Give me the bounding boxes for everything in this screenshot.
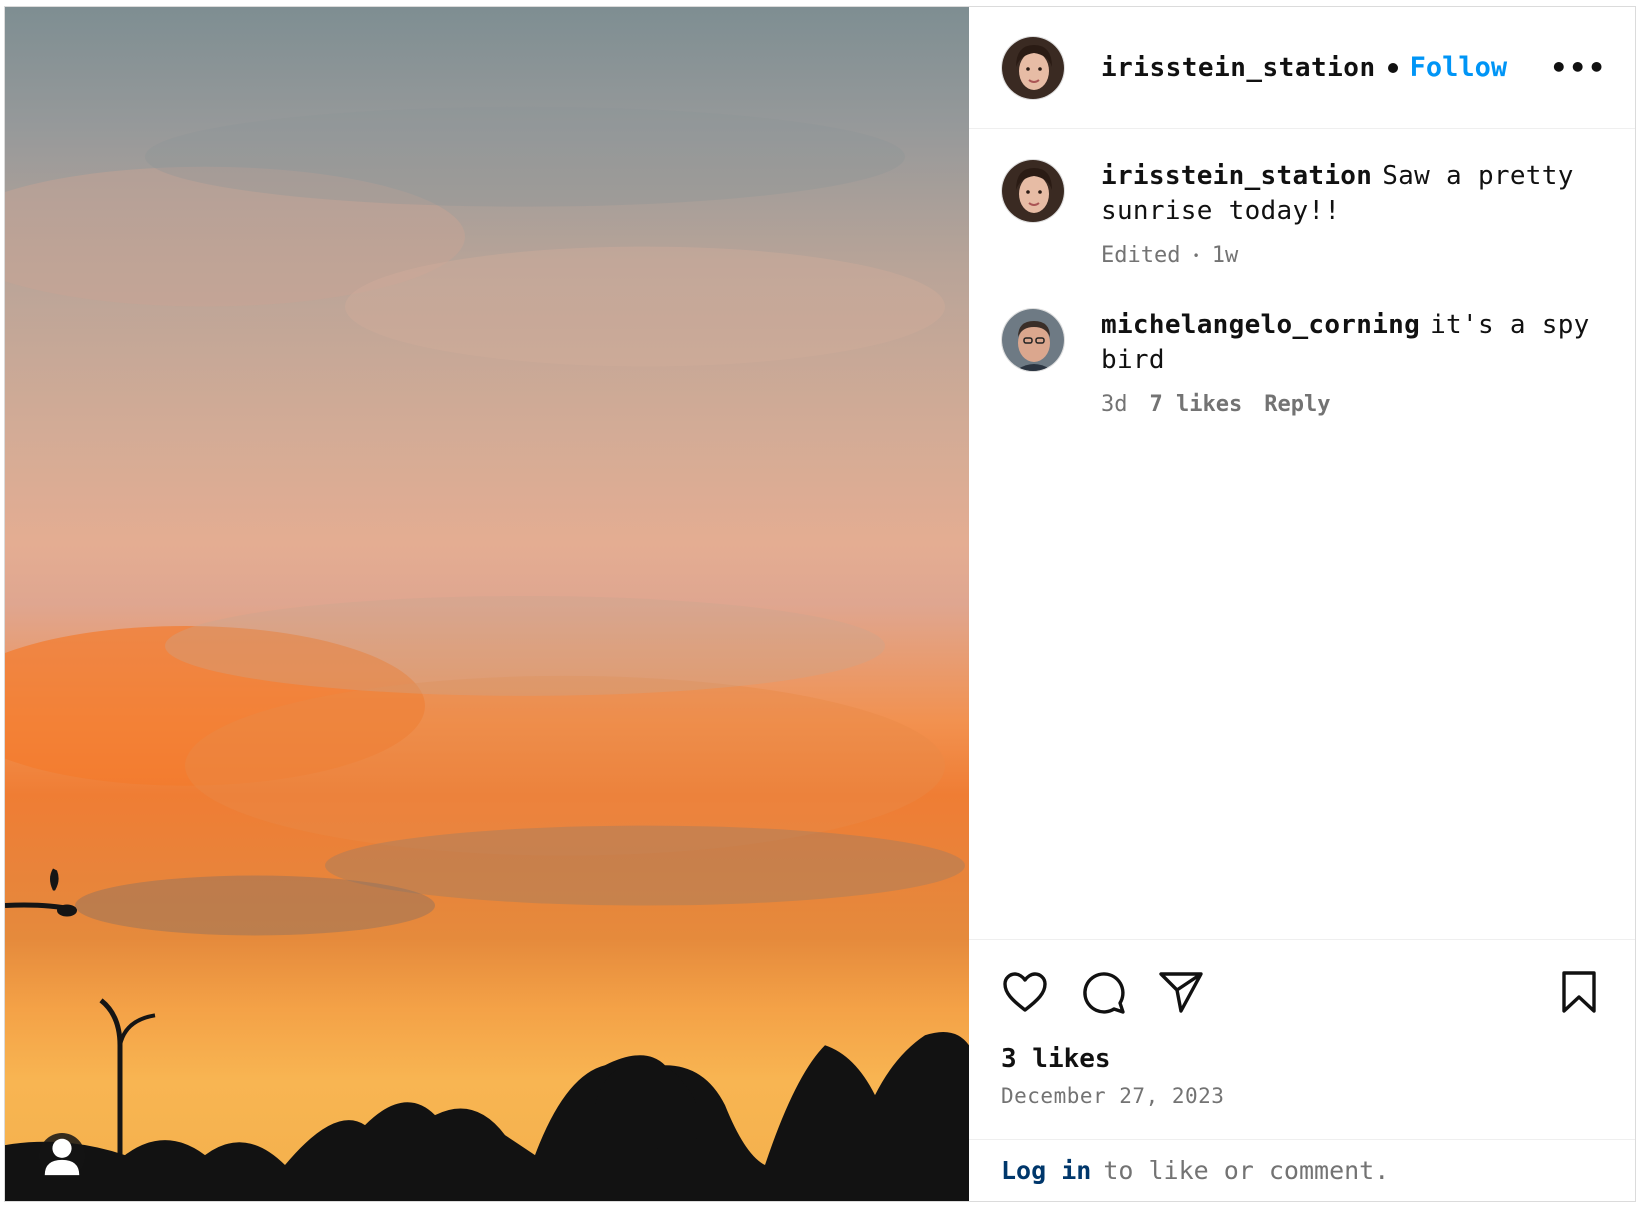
caption-text: irisstein_station Saw a pretty sunrise to… bbox=[1101, 159, 1603, 229]
save-button[interactable] bbox=[1555, 968, 1603, 1016]
comments-list: irisstein_station Saw a pretty sunrise to… bbox=[969, 129, 1635, 939]
actions-area: 3 likes December 27, 2023 bbox=[969, 939, 1635, 1139]
more-options-icon[interactable]: ••• bbox=[1550, 51, 1607, 84]
commenter-username[interactable]: michelangelo_corning bbox=[1101, 310, 1420, 340]
login-link[interactable]: Log in bbox=[1001, 1156, 1091, 1185]
caption-time[interactable]: 1w bbox=[1212, 243, 1239, 268]
avatar-image-icon bbox=[1002, 160, 1064, 222]
caption-meta: Edited • 1w bbox=[1101, 243, 1603, 268]
post-container: irisstein_station Follow ••• irisstein_s… bbox=[4, 6, 1636, 1202]
post-sidebar: irisstein_station Follow ••• irisstein_s… bbox=[969, 7, 1635, 1201]
caption-avatar[interactable] bbox=[1001, 159, 1065, 223]
person-icon bbox=[44, 1138, 80, 1176]
comment-button[interactable] bbox=[1079, 968, 1127, 1016]
author-avatar[interactable] bbox=[1001, 35, 1065, 100]
action-icons bbox=[1001, 940, 1603, 1044]
post-header: irisstein_station Follow ••• bbox=[969, 7, 1635, 129]
edited-label: Edited bbox=[1101, 243, 1181, 268]
speech-bubble-icon bbox=[1083, 972, 1125, 1014]
comment-item: michelangelo_corning it's a spy bird 3d 7… bbox=[1001, 308, 1603, 417]
comment-text: michelangelo_corning it's a spy bird bbox=[1101, 308, 1603, 378]
avatar-image-icon bbox=[1002, 36, 1064, 99]
bookmark-icon bbox=[1562, 971, 1596, 1013]
likes-count[interactable]: 3 likes bbox=[1001, 1044, 1603, 1074]
share-button[interactable] bbox=[1157, 968, 1205, 1016]
comment-meta: 3d 7 likes Reply bbox=[1101, 392, 1603, 417]
paper-plane-icon bbox=[1159, 972, 1203, 1013]
comment-time[interactable]: 3d bbox=[1101, 392, 1128, 417]
caption-username[interactable]: irisstein_station bbox=[1101, 161, 1372, 191]
separator-dot bbox=[1387, 62, 1398, 73]
comment-likes[interactable]: 7 likes bbox=[1150, 392, 1243, 417]
post-date: December 27, 2023 bbox=[1001, 1084, 1225, 1108]
post-image[interactable] bbox=[5, 7, 969, 1201]
comment-body: michelangelo_corning it's a spy bird 3d 7… bbox=[1101, 308, 1603, 417]
sunrise-photo bbox=[5, 106, 969, 1201]
heart-icon bbox=[1003, 972, 1047, 1012]
meta-separator: • bbox=[1192, 248, 1200, 263]
login-prompt: Log in to like or comment. bbox=[969, 1139, 1635, 1201]
login-prompt-text: to like or comment. bbox=[1103, 1156, 1390, 1185]
like-button[interactable] bbox=[1001, 968, 1049, 1016]
caption-body: irisstein_station Saw a pretty sunrise to… bbox=[1101, 159, 1603, 268]
tagged-user-button[interactable] bbox=[39, 1133, 85, 1179]
commenter-avatar[interactable] bbox=[1001, 308, 1065, 372]
caption-comment: irisstein_station Saw a pretty sunrise to… bbox=[1001, 159, 1603, 268]
follow-button[interactable]: Follow bbox=[1410, 52, 1508, 83]
author-username[interactable]: irisstein_station bbox=[1101, 53, 1376, 83]
avatar-image-icon bbox=[1002, 309, 1064, 371]
reply-button[interactable]: Reply bbox=[1264, 392, 1330, 417]
